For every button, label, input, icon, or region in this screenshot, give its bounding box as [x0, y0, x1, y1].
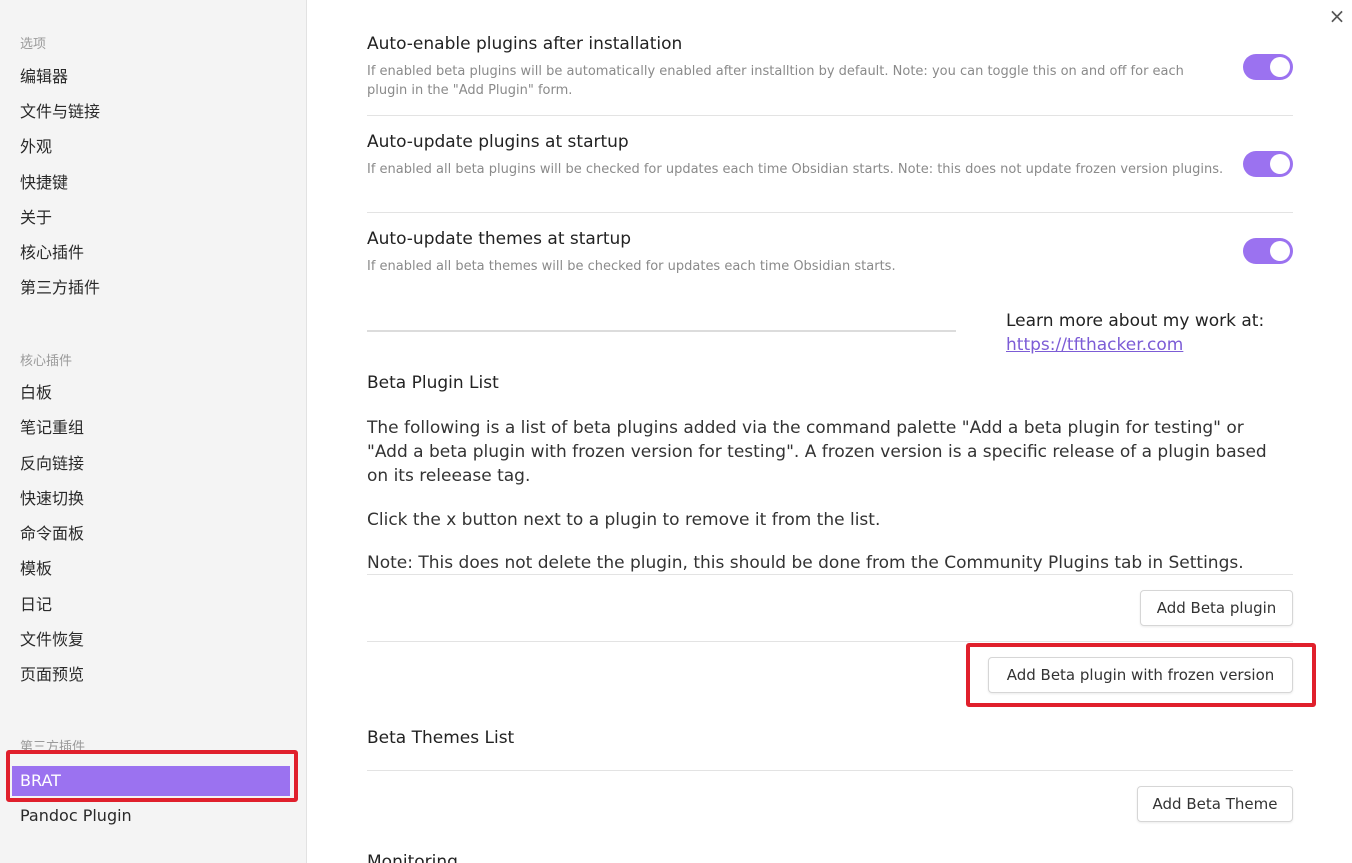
promo-text: Learn more about my work at: [1006, 311, 1265, 331]
sidebar-item-page-preview[interactable]: 页面预览 [20, 664, 84, 686]
setting-auto-update-plugins-desc: If enabled all beta plugins will be chec… [367, 162, 1224, 177]
auto-update-plugins-toggle[interactable] [1243, 151, 1293, 177]
sidebar-item-backlinks[interactable]: 反向链接 [20, 453, 84, 475]
settings-sidebar: 选项 编辑器 文件与链接 外观 快捷键 关于 核心插件 第三方插件 核心插件 白… [0, 0, 307, 863]
sidebar-item-core-plugins[interactable]: 核心插件 [20, 242, 84, 264]
sidebar-item-note-composer[interactable]: 笔记重组 [20, 417, 84, 439]
divider [367, 212, 1293, 213]
setting-auto-enable-name: Auto-enable plugins after installation [367, 34, 683, 54]
monitoring-heading: Monitoring [367, 852, 458, 863]
sidebar-item-community-plugins[interactable]: 第三方插件 [20, 277, 100, 299]
sidebar-item-pandoc-plugin[interactable]: Pandoc Plugin [20, 805, 132, 827]
divider [367, 115, 1293, 116]
sidebar-item-templates[interactable]: 模板 [20, 558, 52, 580]
sidebar-item-command-palette[interactable]: 命令面板 [20, 523, 84, 545]
sidebar-item-editor[interactable]: 编辑器 [20, 66, 68, 88]
add-beta-theme-button[interactable]: Add Beta Theme [1137, 786, 1293, 822]
sidebar-item-appearance[interactable]: 外观 [20, 136, 52, 158]
setting-auto-update-plugins-name: Auto-update plugins at startup [367, 132, 629, 152]
sidebar-item-files-links[interactable]: 文件与链接 [20, 101, 100, 123]
setting-auto-enable-desc: If enabled beta plugins will be automati… [367, 64, 1184, 98]
close-icon[interactable]: × [1326, 5, 1348, 27]
beta-plugin-list-heading: Beta Plugin List [367, 373, 499, 393]
sidebar-item-canvas[interactable]: 白板 [20, 382, 52, 404]
sidebar-item-daily-notes[interactable]: 日记 [20, 594, 52, 616]
note-label: Note: [367, 553, 413, 573]
sidebar-item-about[interactable]: 关于 [20, 207, 52, 229]
tfthacker-link[interactable]: https://tfthacker.com [1006, 335, 1183, 355]
sidebar-item-hotkeys[interactable]: 快捷键 [20, 172, 68, 194]
add-beta-plugin-frozen-button[interactable]: Add Beta plugin with frozen version [988, 657, 1293, 693]
setting-auto-update-themes-desc: If enabled all beta themes will be check… [367, 259, 896, 274]
sidebar-item-quick-switcher[interactable]: 快速切换 [20, 488, 84, 510]
divider [367, 574, 1293, 575]
sidebar-section-core: 核心插件 [20, 354, 73, 369]
auto-enable-toggle[interactable] [1243, 54, 1293, 80]
sidebar-section-options: 选项 [20, 37, 47, 52]
remove-hint: Click the x button next to a plugin to r… [367, 510, 881, 530]
promo-rule [367, 330, 956, 332]
note-paragraph: Note: This does not delete the plugin, t… [367, 551, 1287, 575]
beta-plugin-intro: The following is a list of beta plugins … [367, 418, 1267, 486]
add-beta-plugin-button[interactable]: Add Beta plugin [1140, 590, 1293, 626]
note-text: This does not delete the plugin, this sh… [418, 553, 1244, 573]
divider [367, 641, 1293, 642]
setting-auto-update-themes-name: Auto-update themes at startup [367, 229, 632, 249]
sidebar-item-file-recovery[interactable]: 文件恢复 [20, 629, 84, 651]
sidebar-item-brat[interactable]: BRAT [12, 766, 290, 796]
beta-themes-list-heading: Beta Themes List [367, 728, 515, 748]
divider [367, 770, 1293, 771]
sidebar-section-third-party: 第三方插件 [20, 740, 86, 755]
auto-update-themes-toggle[interactable] [1243, 238, 1293, 264]
